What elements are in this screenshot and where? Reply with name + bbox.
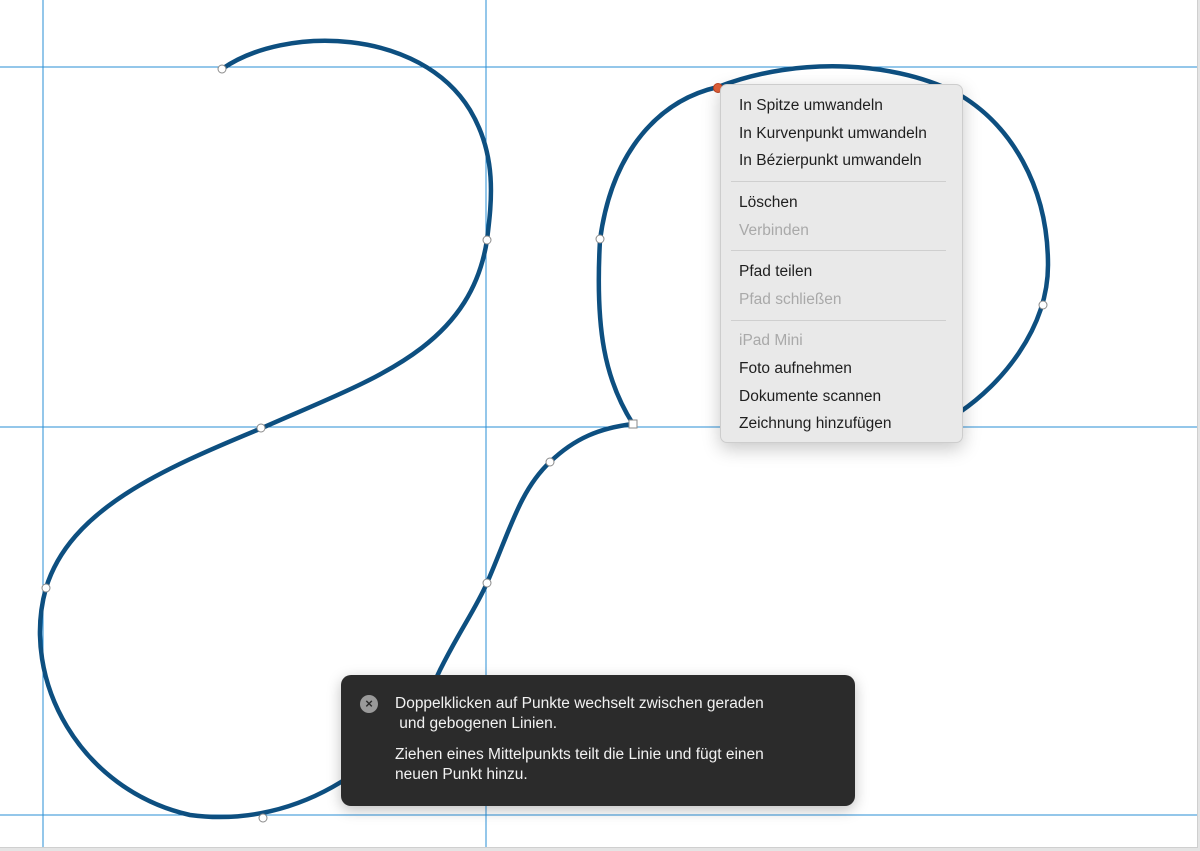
anchor-point[interactable] xyxy=(41,583,51,593)
anchor-point[interactable] xyxy=(595,234,605,244)
menu-item-pfad-schliessen: Pfad schließen xyxy=(739,291,842,308)
menu-separator xyxy=(731,250,946,251)
menu-item-in-spitze-umwandeln[interactable]: In Spitze umwandeln xyxy=(739,96,883,116)
toast-line-1: Doppelklicken auf Punkte wechselt zwisch… xyxy=(395,695,764,712)
anchor-point[interactable] xyxy=(1038,300,1048,310)
toast-line-4: neuen Punkt hinzu. xyxy=(395,766,528,783)
close-icon[interactable]: × xyxy=(360,695,378,713)
menu-item-foto-aufnehmen[interactable]: Foto aufnehmen xyxy=(739,359,852,379)
context-menu: In Spitze umwandeln In Kurvenpunkt umwan… xyxy=(720,84,963,443)
anchor-point[interactable] xyxy=(545,457,555,467)
anchor-point[interactable] xyxy=(258,813,268,823)
menu-item-dokumente-scannen[interactable]: Dokumente scannen xyxy=(739,387,881,407)
anchor-point[interactable] xyxy=(217,64,227,74)
toast-line-2: und gebogenen Linien. xyxy=(395,715,558,732)
menu-item-zeichnung-hinzufuegen[interactable]: Zeichnung hinzufügen xyxy=(739,414,892,434)
menu-item-verbinden: Verbinden xyxy=(739,222,809,239)
menu-section-header-ipad-mini: iPad Mini xyxy=(739,332,803,349)
anchor-point[interactable] xyxy=(256,423,266,433)
toast-line-3: Ziehen eines Mittelpunkts teilt die Lini… xyxy=(395,746,764,763)
menu-separator xyxy=(731,181,946,182)
menu-item-in-bezierpunkt-umwandeln[interactable]: In Bézierpunkt umwandeln xyxy=(739,151,922,171)
anchor-point[interactable] xyxy=(482,235,492,245)
menu-item-pfad-teilen[interactable]: Pfad teilen xyxy=(739,262,812,282)
menu-separator xyxy=(731,320,946,321)
menu-item-loeschen[interactable]: Löschen xyxy=(739,193,798,213)
menu-item-in-kurvenpunkt-umwandeln[interactable]: In Kurvenpunkt umwandeln xyxy=(739,124,927,144)
corner-point[interactable] xyxy=(628,419,638,429)
anchor-point[interactable] xyxy=(482,578,492,588)
hint-toast: × Doppelklicken auf Punkte wechselt zwis… xyxy=(341,675,855,806)
